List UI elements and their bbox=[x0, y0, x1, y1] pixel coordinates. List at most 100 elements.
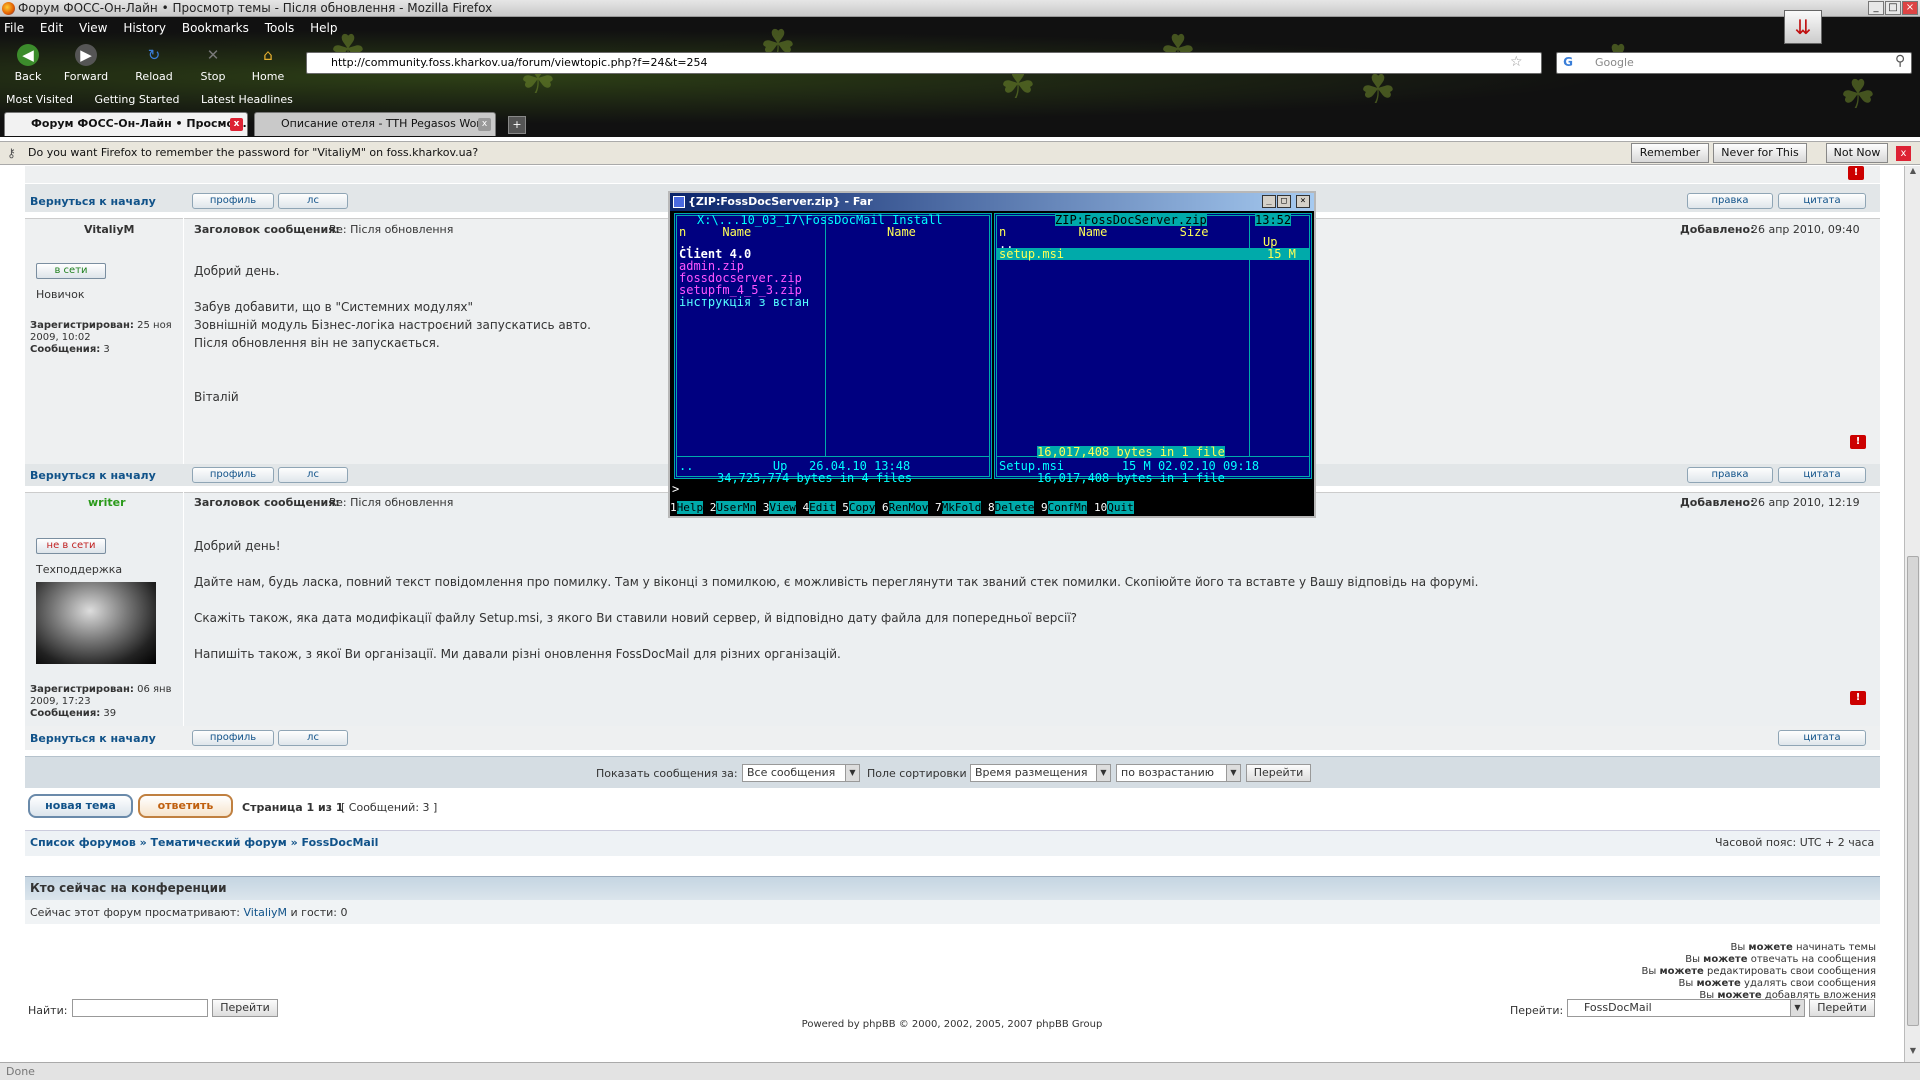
minimize-button[interactable]: _ bbox=[1868, 1, 1884, 15]
find-go-button[interactable]: Перейти bbox=[212, 999, 278, 1017]
bookmark-star-icon[interactable]: ☆ bbox=[1510, 54, 1523, 70]
window-titlebar: Форум ФОСС-Он-Лайн • Просмотр темы - Піс… bbox=[0, 0, 1920, 17]
crumb-index[interactable]: Список форумов bbox=[30, 836, 136, 849]
crumb-fossdocmail[interactable]: FossDocMail bbox=[302, 836, 379, 849]
bookmarks-toolbar: Most Visited Getting Started Latest Head… bbox=[6, 93, 311, 106]
new-topic-button[interactable]: новая тема bbox=[28, 794, 133, 818]
tab-close-icon[interactable]: x bbox=[230, 118, 243, 131]
quote-button[interactable]: цитата bbox=[1778, 730, 1866, 746]
far-key-renmov[interactable]: RenMov bbox=[888, 501, 929, 514]
back-button[interactable]: ◀ Back bbox=[3, 44, 53, 83]
reload-button[interactable]: ↻ Reload bbox=[129, 44, 179, 83]
report-icon[interactable]: ! bbox=[1850, 435, 1866, 449]
far-key-edit[interactable]: Edit bbox=[809, 501, 836, 514]
menu-edit[interactable]: Edit bbox=[40, 21, 63, 35]
report-icon[interactable]: ! bbox=[1848, 166, 1864, 180]
post-subject: Re: Після обновлення bbox=[329, 223, 454, 236]
far-key-help[interactable]: Help bbox=[676, 501, 704, 514]
tab-close-icon[interactable]: x bbox=[478, 118, 491, 131]
jump-go-button[interactable]: Перейти bbox=[1809, 999, 1875, 1017]
far-key-delete[interactable]: Delete bbox=[994, 501, 1035, 514]
url-bar[interactable]: http://community.foss.kharkov.ua/forum/v… bbox=[306, 52, 1542, 74]
edit-button[interactable]: правка bbox=[1687, 467, 1773, 483]
online-user-link[interactable]: VitaliyM bbox=[244, 906, 288, 919]
crumb-forum[interactable]: Тематический форум bbox=[151, 836, 287, 849]
timezone: Часовой пояс: UTC + 2 часа bbox=[1715, 836, 1875, 849]
bookmark-most-visited[interactable]: Most Visited bbox=[6, 93, 73, 106]
report-icon[interactable]: ! bbox=[1850, 691, 1866, 705]
scroll-thumb[interactable] bbox=[1907, 556, 1919, 1026]
pm-button[interactable]: лс bbox=[278, 193, 348, 209]
scroll-up-icon[interactable]: ▲ bbox=[1907, 166, 1919, 180]
google-icon[interactable]: G bbox=[1560, 55, 1576, 71]
find-input[interactable] bbox=[72, 999, 208, 1017]
menu-tools[interactable]: Tools bbox=[265, 21, 295, 35]
edit-button[interactable]: правка bbox=[1687, 193, 1773, 209]
bookmark-getting-started[interactable]: Getting Started bbox=[94, 93, 179, 106]
sort-go-button[interactable]: Перейти bbox=[1246, 764, 1311, 782]
new-tab-button[interactable]: + bbox=[508, 116, 526, 134]
bookmark-latest-headlines[interactable]: Latest Headlines bbox=[201, 93, 293, 106]
forward-button[interactable]: ▶ Forward bbox=[61, 44, 111, 83]
maximize-button[interactable]: □ bbox=[1885, 1, 1901, 15]
search-input[interactable]: Google bbox=[1556, 52, 1912, 74]
menu-view[interactable]: View bbox=[79, 21, 107, 35]
far-key-quit[interactable]: Quit bbox=[1107, 501, 1134, 514]
show-label: Показать сообщения за: bbox=[596, 767, 738, 780]
far-close-button[interactable]: × bbox=[1296, 195, 1310, 208]
profile-button[interactable]: профиль bbox=[192, 730, 274, 746]
far-left-header-2: Name bbox=[887, 225, 916, 239]
home-button[interactable]: ⌂ Home bbox=[243, 44, 293, 83]
profile-button[interactable]: профиль bbox=[192, 193, 274, 209]
tab-forum[interactable]: Форум ФОСС-Он-Лайн • Просмо... x bbox=[4, 112, 248, 136]
menu-help[interactable]: Help bbox=[310, 21, 337, 35]
post-author[interactable]: writer bbox=[88, 496, 126, 509]
far-left-panel[interactable]: X:\...10_03_17\FossDocMail Install n Nam… bbox=[674, 213, 992, 484]
far-key-mkfold[interactable]: MkFold bbox=[941, 501, 982, 514]
stop-button[interactable]: ✕ Stop bbox=[188, 44, 238, 83]
far-file-selected[interactable]: setup.msi bbox=[999, 248, 1064, 260]
home-icon: ⌂ bbox=[263, 46, 273, 64]
sort-select[interactable]: Время размещения ▼ bbox=[970, 764, 1111, 782]
pm-button[interactable]: лс bbox=[278, 730, 348, 746]
jump-select[interactable]: FossDocMail ▼ bbox=[1567, 999, 1805, 1017]
url-text: http://community.foss.kharkov.ua/forum/v… bbox=[331, 56, 708, 69]
back-to-top-link[interactable]: Вернуться к началу bbox=[30, 732, 156, 745]
back-to-top-link[interactable]: Вернуться к началу bbox=[30, 195, 156, 208]
order-select[interactable]: по возрастанию ▼ bbox=[1116, 764, 1241, 782]
download-addon-icon[interactable]: ⇊ bbox=[1784, 10, 1822, 44]
far-key-confmn[interactable]: ConfMn bbox=[1047, 501, 1088, 514]
quote-button[interactable]: цитата bbox=[1778, 467, 1866, 483]
menu-history[interactable]: History bbox=[123, 21, 166, 35]
tab-hotel[interactable]: Описание отеля - TTH Pegasos World ... x bbox=[254, 112, 496, 136]
page-scrollbar[interactable]: ▲ ▼ bbox=[1904, 166, 1920, 1062]
remember-button[interactable]: Remember bbox=[1631, 143, 1709, 163]
user-rank: Техподдержка bbox=[36, 563, 123, 576]
far-key-view[interactable]: View bbox=[769, 501, 796, 514]
far-key-copy[interactable]: Copy bbox=[848, 501, 876, 514]
far-key-usermn[interactable]: UserMn bbox=[716, 501, 757, 514]
online-badge: в сети bbox=[36, 263, 106, 279]
never-for-site-button[interactable]: Never for This Site bbox=[1713, 143, 1807, 177]
not-now-button[interactable]: Not Now bbox=[1826, 143, 1888, 163]
show-select[interactable]: Все сообщения ▼ bbox=[742, 764, 860, 782]
post-author[interactable]: VitaliyM bbox=[84, 223, 134, 236]
reload-label: Reload bbox=[135, 70, 173, 83]
pm-button[interactable]: лс bbox=[278, 467, 348, 483]
menu-bookmarks[interactable]: Bookmarks bbox=[182, 21, 249, 35]
quote-button[interactable]: цитата bbox=[1778, 193, 1866, 209]
close-notification-icon[interactable]: x bbox=[1896, 146, 1911, 161]
far-command-line[interactable]: > bbox=[672, 483, 679, 495]
far-right-panel[interactable]: ZIP:FossDocServer.zip 13:52 n Name Size … bbox=[994, 213, 1312, 484]
scroll-down-icon[interactable]: ▼ bbox=[1907, 1046, 1919, 1060]
far-minimize-button[interactable]: _ bbox=[1262, 195, 1276, 208]
menu-file[interactable]: File bbox=[4, 21, 24, 35]
back-to-top-link[interactable]: Вернуться к началу bbox=[30, 469, 156, 482]
search-magnifier-icon[interactable]: ⚲ bbox=[1895, 53, 1905, 69]
far-maximize-button[interactable]: □ bbox=[1277, 195, 1291, 208]
profile-button[interactable]: профиль bbox=[192, 467, 274, 483]
far-manager-window[interactable]: {ZIP:FossDocServer.zip} - Far _ □ × X:\.… bbox=[668, 191, 1316, 518]
far-file[interactable]: інструкція з встан bbox=[679, 296, 809, 308]
close-window-button[interactable]: × bbox=[1902, 1, 1918, 15]
reply-button[interactable]: ответить bbox=[138, 794, 233, 818]
